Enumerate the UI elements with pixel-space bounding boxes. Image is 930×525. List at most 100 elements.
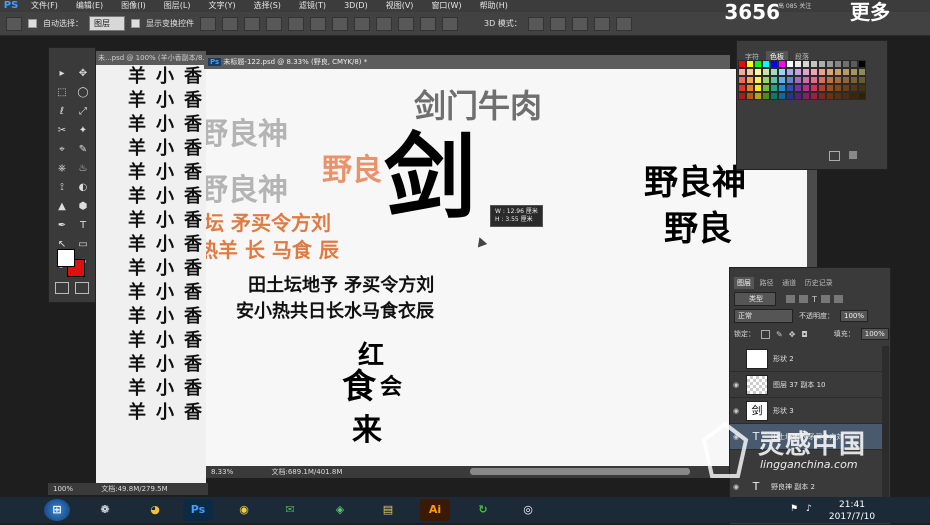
color-swatch[interactable]	[746, 84, 754, 92]
color-swatch[interactable]	[738, 60, 746, 68]
main-document-tab[interactable]: Ps 未标题-122.psd @ 8.33% (野良, CMYK/8) *	[204, 55, 730, 69]
layer-row[interactable]: ◉ 剑 形状 3	[730, 398, 882, 424]
menu-help[interactable]: 帮助(H)	[471, 0, 517, 12]
quick-select-icon[interactable]: ⤢	[73, 103, 93, 121]
blur-tool-icon[interactable]: ▲	[52, 198, 72, 216]
color-swatch[interactable]	[842, 68, 850, 76]
start-button[interactable]: ⊞	[44, 499, 70, 521]
color-swatch[interactable]	[770, 76, 778, 84]
menu-3d[interactable]: 3D(D)	[335, 0, 377, 12]
align-bottom-icon[interactable]	[244, 16, 260, 31]
taskbar-photoshop-icon[interactable]: Ps	[183, 499, 213, 521]
filter-adjust-icon[interactable]	[799, 295, 808, 303]
color-swatch[interactable]	[842, 60, 850, 68]
color-swatch[interactable]	[858, 92, 866, 100]
color-swatch[interactable]	[858, 68, 866, 76]
color-swatch[interactable]	[738, 76, 746, 84]
artboard-tool-icon[interactable]: ✥	[73, 65, 93, 83]
pen-tool-icon[interactable]: ✒	[52, 217, 72, 235]
taskbar-wechat-icon[interactable]: ✉	[275, 499, 305, 521]
tray-flag-icon[interactable]: ⚑	[790, 504, 798, 514]
type-tool-icon[interactable]: T	[73, 217, 93, 235]
visibility-eye-icon[interactable]: ◉	[730, 407, 742, 415]
color-swatch[interactable]	[858, 60, 866, 68]
color-swatch[interactable]	[858, 84, 866, 92]
color-swatch[interactable]	[746, 76, 754, 84]
tab-channels[interactable]: 通道	[779, 277, 799, 289]
color-swatch[interactable]	[770, 92, 778, 100]
color-swatch[interactable]	[802, 92, 810, 100]
color-swatch[interactable]	[770, 84, 778, 92]
color-swatch[interactable]	[810, 76, 818, 84]
opacity-input[interactable]: 100%	[840, 310, 869, 322]
auto-select-checkbox[interactable]	[28, 19, 37, 28]
color-swatch[interactable]	[850, 92, 858, 100]
tab-history[interactable]: 历史记录	[802, 277, 836, 289]
distribute-vcenter-icon[interactable]	[354, 16, 370, 31]
align-top-icon[interactable]	[200, 16, 216, 31]
layers-scrollbar[interactable]	[882, 346, 889, 516]
tray-volume-icon[interactable]: ♪	[806, 504, 812, 514]
color-swatch[interactable]	[850, 68, 858, 76]
color-swatch[interactable]	[778, 84, 786, 92]
color-swatch[interactable]	[746, 92, 754, 100]
main-document-canvas[interactable]: 剑门牛肉 剑 野良神 野良神 野良 坛 矛买令方刘 热羊 长 马食 辰 田土坛地…	[206, 69, 807, 466]
show-transform-checkbox[interactable]	[131, 19, 140, 28]
crop-tool-icon[interactable]: ✂	[52, 122, 72, 140]
color-swatch[interactable]	[818, 60, 826, 68]
lock-move-icon[interactable]: ✥	[789, 330, 796, 339]
color-swatch[interactable]	[746, 68, 754, 76]
color-swatch[interactable]	[810, 68, 818, 76]
move-tool-icon[interactable]: ▸	[52, 65, 72, 83]
color-swatch[interactable]	[738, 92, 746, 100]
color-swatch[interactable]	[786, 76, 794, 84]
taskbar-obs-icon[interactable]: ◎	[513, 499, 543, 521]
color-swatch[interactable]	[834, 68, 842, 76]
layer-filter-dropdown[interactable]: 类型	[734, 292, 776, 306]
menu-view[interactable]: 视图(V)	[377, 0, 423, 12]
layer-row[interactable]: 形状 2	[730, 346, 882, 372]
color-swatch[interactable]	[826, 60, 834, 68]
3d-rotate-icon[interactable]	[527, 16, 544, 31]
gradient-tool-icon[interactable]: ◐	[73, 179, 93, 197]
color-swatch[interactable]	[834, 60, 842, 68]
color-swatch[interactable]	[850, 60, 858, 68]
color-swatch[interactable]	[786, 60, 794, 68]
color-swatch[interactable]	[826, 68, 834, 76]
color-swatch[interactable]	[826, 92, 834, 100]
color-swatch[interactable]	[794, 68, 802, 76]
color-swatch[interactable]	[794, 92, 802, 100]
align-hcenter-icon[interactable]	[288, 16, 304, 31]
bg-zoom-readout[interactable]: 100%	[53, 485, 73, 493]
color-swatch[interactable]	[754, 60, 762, 68]
align-right-icon[interactable]	[310, 16, 326, 31]
color-swatch[interactable]	[794, 60, 802, 68]
color-swatch[interactable]	[778, 92, 786, 100]
color-swatch[interactable]	[778, 76, 786, 84]
color-swatch[interactable]	[842, 76, 850, 84]
menu-file[interactable]: 文件(F)	[22, 0, 67, 12]
menu-layer[interactable]: 图层(L)	[155, 0, 200, 12]
move-tool-preset-icon[interactable]	[6, 16, 22, 31]
color-swatch[interactable]	[778, 68, 786, 76]
menu-type[interactable]: 文字(Y)	[199, 0, 244, 12]
auto-select-dropdown[interactable]: 图层	[89, 16, 125, 31]
color-swatch[interactable]	[770, 68, 778, 76]
color-swatch[interactable]	[794, 84, 802, 92]
taskbar-clock[interactable]: 21:41 2017/7/10	[826, 499, 878, 523]
taskbar-app-icon[interactable]: ◈	[325, 499, 355, 521]
color-swatch[interactable]	[802, 76, 810, 84]
delete-swatch-icon[interactable]	[849, 151, 857, 159]
taskbar-qq-icon[interactable]: ◉	[229, 499, 259, 521]
visibility-eye-icon[interactable]: ◉	[730, 483, 742, 491]
color-swatch[interactable]	[786, 92, 794, 100]
color-swatch[interactable]	[754, 68, 762, 76]
marquee-tool-icon[interactable]: ⬚	[52, 84, 72, 102]
color-swatch[interactable]	[842, 84, 850, 92]
color-swatch[interactable]	[810, 60, 818, 68]
distribute-bottom-icon[interactable]	[376, 16, 392, 31]
eraser-tool-icon[interactable]: ⟟	[52, 179, 72, 197]
filter-smart-icon[interactable]	[833, 295, 843, 303]
color-swatch[interactable]	[754, 84, 762, 92]
color-swatch[interactable]	[762, 84, 770, 92]
